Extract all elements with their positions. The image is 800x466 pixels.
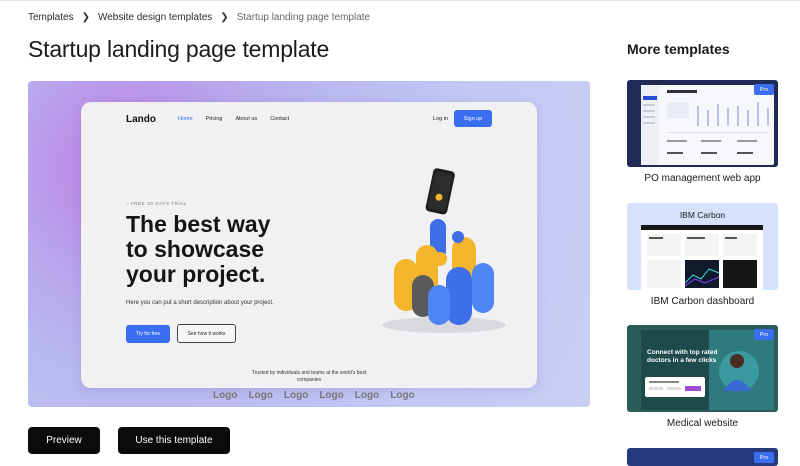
partner-logo: Logo: [390, 390, 415, 401]
template-card-label[interactable]: IBM Carbon dashboard: [627, 296, 778, 307]
template-card-medical[interactable]: Connect with top rated doctors in a few …: [627, 325, 778, 429]
site-trusted-text: Trusted by individuals and teams at the …: [251, 370, 367, 383]
chevron-right-icon: ❯: [220, 12, 229, 23]
template-card-po-management[interactable]: Pro PO management web app: [627, 80, 778, 184]
site-nav-about: About us: [235, 116, 258, 122]
template-card-ibm-carbon[interactable]: IBM Carbon IBM Carbon dashboard: [627, 203, 778, 307]
chevron-right-icon: ❯: [81, 12, 90, 23]
site-headline-line: to showcase: [126, 236, 265, 262]
preview-site-mockup: Lando Home Pricing About us Contact Log …: [81, 102, 537, 401]
more-templates-title: More templates: [627, 41, 730, 57]
site-headline-line: The best way: [126, 211, 271, 237]
partner-logo: Logo: [213, 390, 238, 401]
preview-button[interactable]: Preview: [28, 427, 100, 454]
thumbnail-hero-text: Connect with top rated doctors in a few …: [647, 349, 718, 364]
partner-logo: Logo: [319, 390, 344, 401]
breadcrumb: Templates ❯ Website design templates ❯ S…: [28, 12, 370, 23]
site-login: Log in: [433, 116, 448, 122]
site-signup-button: Sign up: [454, 110, 492, 127]
template-thumbnail[interactable]: Pro: [627, 80, 778, 167]
template-card-partial[interactable]: Pro: [627, 448, 778, 466]
template-thumbnail[interactable]: IBM Carbon: [627, 203, 778, 290]
template-thumbnail[interactable]: Pro: [627, 448, 778, 466]
site-try-button: Try for free: [126, 325, 170, 343]
pro-badge: Pro: [754, 329, 774, 340]
site-logo: Lando: [126, 114, 156, 125]
site-headline-line: your project.: [126, 261, 266, 287]
site-nav-contact: Contact: [270, 116, 290, 122]
template-card-label[interactable]: Medical website: [627, 418, 778, 429]
site-hero-illustration: [382, 168, 506, 333]
site-how-button: See how it works: [177, 324, 236, 343]
site-nav-pricing: Pricing: [205, 116, 223, 122]
site-description: Here you can put a short description abo…: [126, 300, 274, 306]
site-trial-label: – FREE 30 DAYS TRIAL: [126, 201, 188, 206]
template-preview[interactable]: Lando Home Pricing About us Contact Log …: [28, 81, 590, 407]
partner-logo: Logo: [248, 390, 273, 401]
breadcrumb-current: Startup landing page template: [236, 12, 371, 23]
top-divider: [0, 0, 800, 1]
partner-logo: Logo: [354, 390, 380, 401]
breadcrumb-website-design-templates[interactable]: Website design templates: [98, 12, 212, 23]
site-nav: Home Pricing About us Contact: [178, 116, 302, 122]
partner-logo: Logo: [283, 390, 309, 401]
template-card-label[interactable]: PO management web app: [627, 173, 778, 184]
site-nav-home: Home: [178, 116, 193, 122]
page-title: Startup landing page template: [28, 36, 330, 62]
pro-badge: Pro: [754, 84, 774, 95]
carbon-thumbnail-graphic: [641, 225, 763, 290]
template-thumbnail[interactable]: Connect with top rated doctors in a few …: [627, 325, 778, 412]
use-template-button[interactable]: Use this template: [118, 427, 230, 454]
site-logo-row: Logo Logo Logo Logo Logo Logo: [213, 390, 415, 401]
pro-badge: Pro: [754, 452, 774, 463]
site-headline: The best way to showcase your project.: [126, 212, 326, 287]
breadcrumb-templates[interactable]: Templates: [28, 12, 74, 23]
